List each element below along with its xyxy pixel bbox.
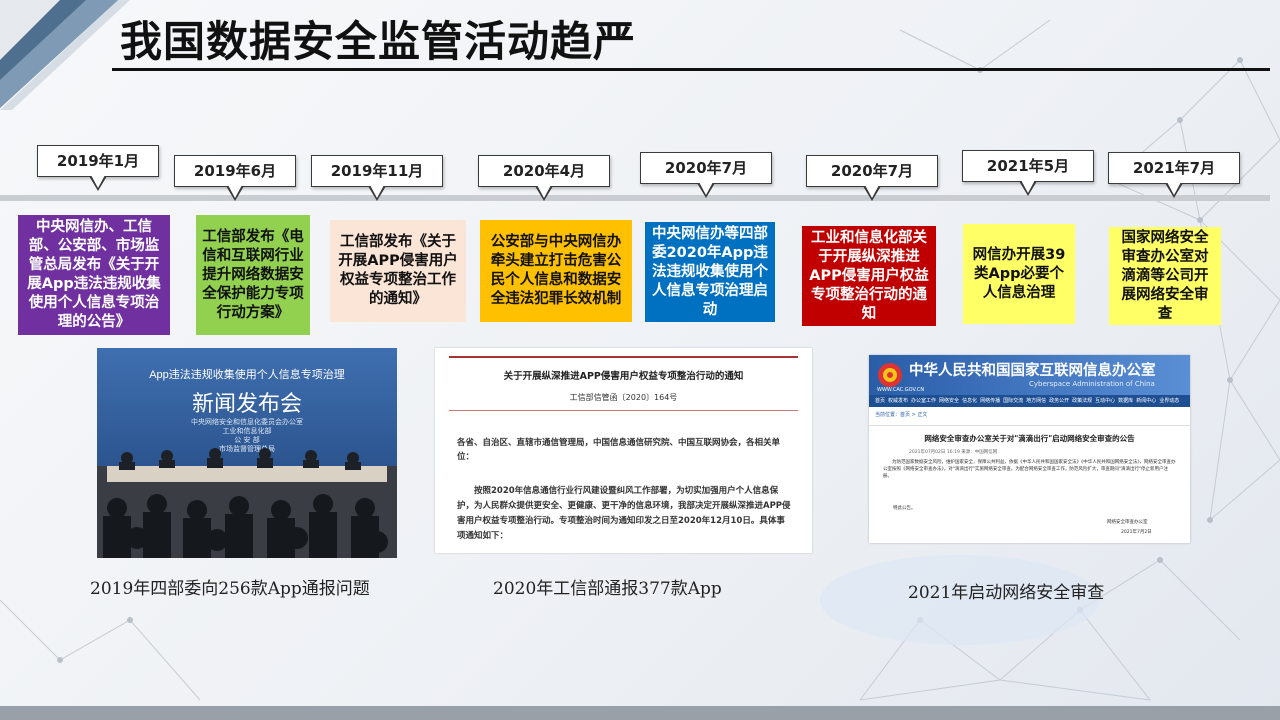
timeline-event: 工信部发布《电信和互联网行业提升网络数据安全保护能力专项行动方案》 xyxy=(196,215,310,335)
cac-website-screenshot: 中华人民共和国国家互联网信息办公室 Cyberspace Administrat… xyxy=(869,355,1190,543)
timeline-event: 工信部发布《关于开展APP侵害用户权益专项整治工作的通知》 xyxy=(330,220,466,322)
timeline-event: 中央网信办等四部委2020年App违法违规收集使用个人信息专项治理启动 xyxy=(645,222,775,322)
site-nav-item[interactable]: 办公室工作 xyxy=(911,395,936,407)
site-nav-item[interactable]: 数据库 xyxy=(1118,395,1133,407)
date-bubble: 2021年7月 xyxy=(1108,152,1240,198)
document-title: 关于开展纵深推进APP侵害用户权益专项整治行动的通知 xyxy=(503,371,744,382)
site-nav-item[interactable]: 政务公开 xyxy=(1049,395,1069,407)
site-nav-item[interactable]: 网络安全 xyxy=(939,395,959,407)
photo-caption: 2020年工信部通报377款App xyxy=(493,579,722,599)
site-nav-item[interactable]: 国际交流 xyxy=(1003,395,1023,407)
footer-bar xyxy=(0,706,1280,720)
site-nav: 首页 权威发布 办公室工作 网络安全 信息化 网络传播 国际交流 地方网信 政务… xyxy=(869,395,1190,407)
site-nav-item[interactable]: 权威发布 xyxy=(888,395,908,407)
date-bubble: 2019年11月 xyxy=(311,155,443,201)
site-nav-item[interactable]: 地方网信 xyxy=(1026,395,1046,407)
article-closing: 特此公告。 xyxy=(893,506,916,511)
date-bubble: 2020年7月 xyxy=(640,152,772,198)
article-title: 网络安全审查办公室关于对"滴滴出行"启动网络安全审查的公告 xyxy=(924,434,1135,443)
timeline-event: 工业和信息化部关于开展纵深推进APP侵害用户权益专项整治行动的通知 xyxy=(802,226,936,326)
site-nav-item[interactable]: 新闻中心 xyxy=(1136,395,1156,407)
site-subtitle: Cyberspace Administration of China xyxy=(1029,380,1155,388)
site-url: WWW.CAC.GOV.CN xyxy=(877,387,925,393)
title-underline xyxy=(112,68,1270,71)
notice-document-image: 关于开展纵深推进APP侵害用户权益专项整治行动的通知 工信部信管函〔2020〕1… xyxy=(435,348,812,553)
timeline-event: 中央网信办、工信部、公安部、市场监管总局发布《关于开展App违法违规收集使用个人… xyxy=(18,215,170,335)
site-nav-item[interactable]: 网络传播 xyxy=(980,395,1000,407)
site-nav-item[interactable]: 首页 xyxy=(875,395,885,407)
date-bubble: 2020年7月 xyxy=(806,155,938,201)
date-bubble: 2021年5月 xyxy=(962,150,1094,196)
site-title: 中华人民共和国国家互联网信息办公室 xyxy=(909,363,1156,379)
timeline-event: 网信办开展39类App必要个人信息治理 xyxy=(963,224,1075,324)
article-signature: 网络安全审查办公室 xyxy=(1107,520,1148,525)
article-date: 2021年7月2日 xyxy=(1121,530,1152,535)
document-number: 工信部信管函〔2020〕164号 xyxy=(569,393,678,402)
timeline-bar xyxy=(0,195,1270,201)
site-nav-item[interactable]: 信息化 xyxy=(962,395,977,407)
site-nav-item[interactable]: 政策法规 xyxy=(1072,395,1092,407)
article-paragraph: 为防范国家数据安全风险，维护国家安全，保障公共利益，依据《中华人民共和国国家安全… xyxy=(883,460,1176,479)
date-bubble: 2019年1月 xyxy=(37,145,159,191)
divider xyxy=(869,425,1190,426)
photo-caption: 2021年启动网络安全审查 xyxy=(908,583,1105,603)
national-emblem-icon xyxy=(878,363,902,387)
site-nav-item[interactable]: 业界动态 xyxy=(1159,395,1179,407)
document-body: 按照2020年信息通信行业行风建设暨纠风工作部署，为切实加强用户个人信息保护，为… xyxy=(457,486,791,541)
photo-caption: 2019年四部委向256款App通报问题 xyxy=(90,579,370,599)
article-meta: 2021年07月02日 16:19 来源：中国网信网 xyxy=(909,450,998,455)
page-title: 我国数据安全监管活动趋严 xyxy=(120,17,637,66)
timeline-event: 公安部与中央网信办牵头建立打击危害公民个人信息和数据安全违法犯罪长效机制 xyxy=(480,220,632,322)
date-bubble: 2019年6月 xyxy=(174,155,296,201)
timeline-event: 国家网络安全审查办公室对滴滴等公司开展网络安全审查 xyxy=(1109,227,1221,325)
document-recipients: 各省、自治区、直辖市通信管理局，中国信息通信研究院、中国互联网协会，各相关单位： xyxy=(457,438,781,462)
audience-illustration xyxy=(97,448,397,558)
site-header: 中华人民共和国国家互联网信息办公室 Cyberspace Administrat… xyxy=(869,355,1190,395)
press-conference-photo: App违法违规收集使用个人信息专项治理 新闻发布会 中央网络安全和信息化委员会办… xyxy=(97,348,397,558)
corner-triangle-decoration xyxy=(0,0,130,110)
breadcrumb: 当前位置：首页 > 正文 xyxy=(875,412,928,418)
date-bubble: 2020年4月 xyxy=(478,155,610,201)
site-nav-item[interactable]: 互动中心 xyxy=(1095,395,1115,407)
